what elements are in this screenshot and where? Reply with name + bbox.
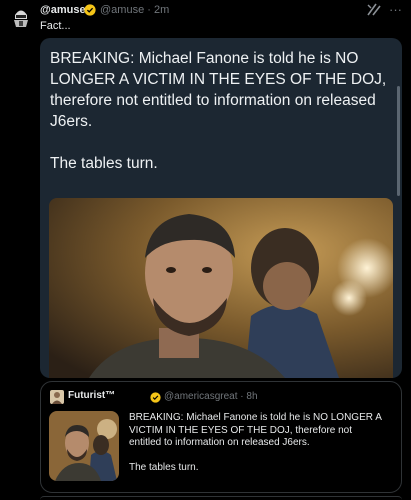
quote-card[interactable]: BREAKING: Michael Fanone is told he is N… xyxy=(40,38,402,378)
embedded-post-text: BREAKING: Michael Fanone is told he is N… xyxy=(129,412,397,475)
verified-badge-icon xyxy=(84,3,96,16)
embedded-line: BREAKING: Michael Fanone is told he is N… xyxy=(129,412,382,423)
embedded-post-card[interactable]: Futurist™ @americasgreat · 8h BREAKING: … xyxy=(40,381,402,493)
embedded-closing: The tables turn. xyxy=(129,462,199,473)
verified-badge-icon xyxy=(150,390,161,403)
embedded-display-name[interactable]: Futurist™ xyxy=(68,390,115,401)
quote-closing: The tables turn. xyxy=(50,155,158,172)
scrollbar[interactable] xyxy=(397,86,400,196)
slash-logo-icon[interactable] xyxy=(367,3,381,16)
avatar[interactable] xyxy=(10,5,32,29)
display-name[interactable]: @amuse xyxy=(40,4,86,16)
quote-line: BREAKING: Michael Fanone is told he is N… xyxy=(50,50,359,67)
quote-line: J6ers. xyxy=(50,113,93,130)
embedded-avatar[interactable] xyxy=(50,390,64,404)
embedded-line: VICTIM IN THE EYES OF THE DOJ, therefore… xyxy=(129,424,353,436)
handle-and-timestamp[interactable]: @amuse · 2m xyxy=(100,4,169,16)
more-options-icon[interactable]: ··· xyxy=(389,2,402,17)
post-text: Fact... xyxy=(40,20,71,32)
quote-line: LONGER A VICTIM IN THE EYES OF THE DOJ, xyxy=(50,71,387,88)
embedded-handle-and-timestamp[interactable]: @americasgreat · 8h xyxy=(164,391,258,402)
quote-photo[interactable] xyxy=(49,198,393,378)
quote-line: therefore not entitled to information on… xyxy=(50,92,376,109)
post-header: @amuse @amuse · 2m ··· Fact... xyxy=(0,0,411,36)
next-post-edge xyxy=(40,496,402,500)
embedded-line: entitled to information on released J6er… xyxy=(129,437,310,448)
quote-text: BREAKING: Michael Fanone is told he is N… xyxy=(50,48,392,174)
embedded-thumbnail[interactable] xyxy=(49,411,119,481)
